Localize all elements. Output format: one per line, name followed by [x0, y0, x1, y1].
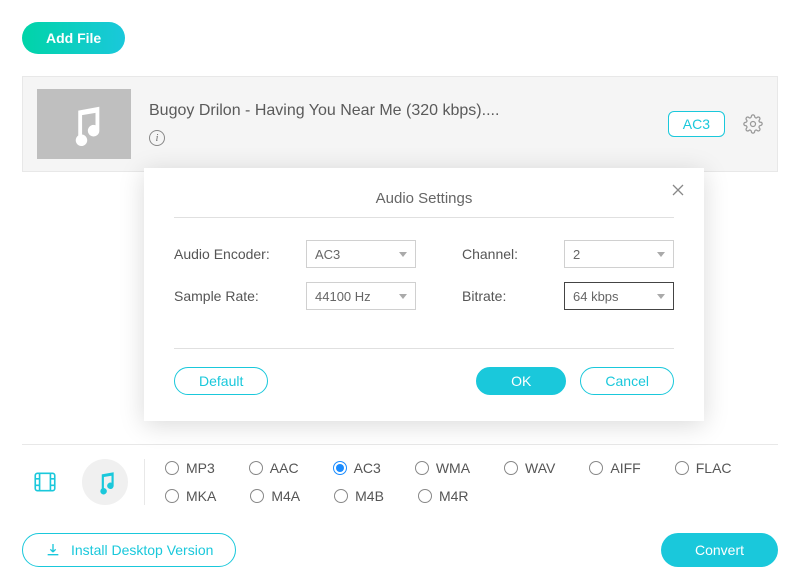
format-radio-wma[interactable]: WMA: [415, 460, 470, 476]
format-label: WMA: [436, 460, 470, 476]
radio-dot: [334, 489, 348, 503]
samplerate-select[interactable]: 44100 Hz: [306, 282, 416, 310]
format-radio-aiff[interactable]: AIFF: [589, 460, 640, 476]
chevron-down-icon: [657, 294, 665, 299]
ok-button[interactable]: OK: [476, 367, 566, 395]
bitrate-label: Bitrate:: [462, 288, 552, 304]
chevron-down-icon: [399, 294, 407, 299]
radio-dot: [415, 461, 429, 475]
format-radio-m4a[interactable]: M4A: [250, 488, 300, 504]
format-label: MP3: [186, 460, 215, 476]
format-radio-mp3[interactable]: MP3: [165, 460, 215, 476]
radio-dot: [250, 489, 264, 503]
gear-icon[interactable]: [743, 114, 763, 134]
format-label: MKA: [186, 488, 216, 504]
music-icon: [92, 469, 118, 495]
radio-dot: [165, 489, 179, 503]
install-button[interactable]: Install Desktop Version: [22, 533, 236, 567]
chevron-down-icon: [657, 252, 665, 257]
radio-dot: [504, 461, 518, 475]
audio-settings-modal: Audio Settings Audio Encoder: AC3 Channe…: [144, 168, 704, 421]
samplerate-label: Sample Rate:: [174, 288, 294, 304]
info-icon[interactable]: i: [149, 130, 165, 146]
add-file-button[interactable]: Add File: [22, 22, 125, 54]
format-label: AAC: [270, 460, 299, 476]
format-label: M4R: [439, 488, 469, 504]
format-radio-m4r[interactable]: M4R: [418, 488, 469, 504]
convert-button[interactable]: Convert: [661, 533, 778, 567]
video-tab[interactable]: [22, 459, 68, 505]
format-strip: MP3 AAC AC3 WMA WAV AIFF FLAC MKA M4A M4B M4R: [22, 444, 778, 505]
format-label: M4A: [271, 488, 300, 504]
format-radio-m4b[interactable]: M4B: [334, 488, 384, 504]
file-row: Bugoy Drilon - Having You Near Me (320 k…: [22, 76, 778, 172]
format-radio-ac3[interactable]: AC3: [333, 460, 381, 476]
file-thumbnail: [37, 89, 131, 159]
format-badge[interactable]: AC3: [668, 111, 725, 137]
encoder-select[interactable]: AC3: [306, 240, 416, 268]
film-icon: [32, 469, 58, 495]
file-title: Bugoy Drilon - Having You Near Me (320 k…: [149, 102, 650, 120]
audio-tab[interactable]: [82, 459, 128, 505]
channel-label: Channel:: [462, 246, 552, 262]
bitrate-select[interactable]: 64 kbps: [564, 282, 674, 310]
format-radio-aac[interactable]: AAC: [249, 460, 299, 476]
channel-select[interactable]: 2: [564, 240, 674, 268]
radio-dot: [589, 461, 603, 475]
close-icon[interactable]: [668, 180, 688, 205]
download-icon: [45, 542, 61, 558]
cancel-button[interactable]: Cancel: [580, 367, 674, 395]
default-button[interactable]: Default: [174, 367, 268, 395]
format-radio-wav[interactable]: WAV: [504, 460, 555, 476]
radio-dot: [249, 461, 263, 475]
format-radio-flac[interactable]: FLAC: [675, 460, 732, 476]
format-label: AIFF: [610, 460, 640, 476]
format-label: M4B: [355, 488, 384, 504]
modal-title: Audio Settings: [174, 190, 674, 207]
radio-dot: [418, 489, 432, 503]
radio-dot: [333, 461, 347, 475]
radio-dot: [675, 461, 689, 475]
format-radio-mka[interactable]: MKA: [165, 488, 216, 504]
format-label: AC3: [354, 460, 381, 476]
format-label: FLAC: [696, 460, 732, 476]
music-note-icon: [61, 101, 107, 147]
format-label: WAV: [525, 460, 555, 476]
encoder-label: Audio Encoder:: [174, 246, 294, 262]
chevron-down-icon: [399, 252, 407, 257]
radio-dot: [165, 461, 179, 475]
